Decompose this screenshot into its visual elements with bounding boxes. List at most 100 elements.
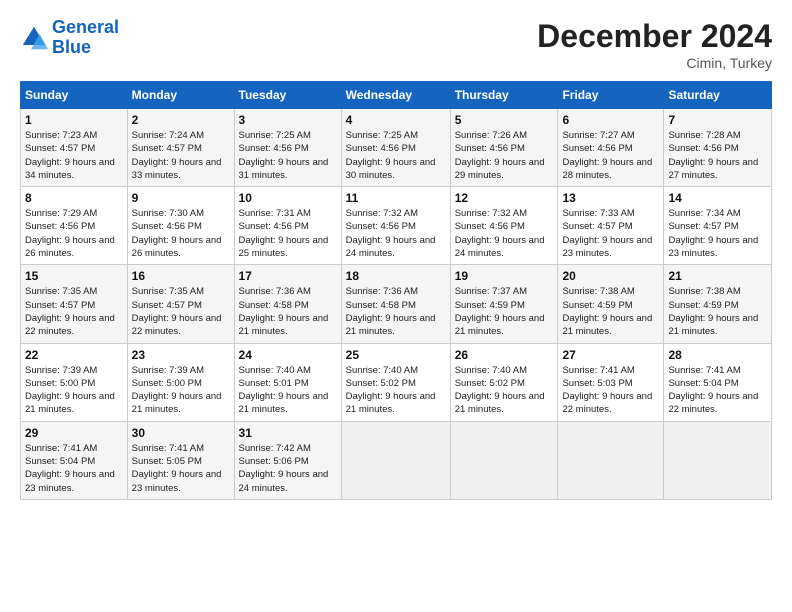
calendar-cell: 9 Sunrise: 7:30 AMSunset: 4:56 PMDaylight… bbox=[127, 187, 234, 265]
calendar-cell: 11Sunrise: 7:32 AMSunset: 4:56 PMDayligh… bbox=[341, 187, 450, 265]
day-number: 27 bbox=[562, 348, 659, 362]
page-container: General Blue December 2024 Cimin, Turkey… bbox=[0, 0, 792, 510]
logo: General Blue bbox=[20, 18, 119, 58]
calendar-cell: 15 Sunrise: 7:35 AMSunset: 4:57 PMDayligh… bbox=[21, 265, 128, 343]
day-info: Sunrise: 7:25 AMSunset: 4:56 PMDaylight:… bbox=[239, 129, 337, 182]
col-sunday: Sunday bbox=[21, 82, 128, 109]
day-info: Sunrise: 7:33 AMSunset: 4:57 PMDaylight:… bbox=[562, 207, 659, 260]
day-number: 8 bbox=[25, 191, 123, 205]
calendar-cell: 29Sunrise: 7:41 AMSunset: 5:04 PMDayligh… bbox=[21, 421, 128, 499]
day-number: 9 bbox=[132, 191, 230, 205]
calendar-cell bbox=[558, 421, 664, 499]
calendar-cell: 8 Sunrise: 7:29 AMSunset: 4:56 PMDaylight… bbox=[21, 187, 128, 265]
title-block: December 2024 Cimin, Turkey bbox=[537, 18, 772, 71]
calendar-cell: 13Sunrise: 7:33 AMSunset: 4:57 PMDayligh… bbox=[558, 187, 664, 265]
day-number: 19 bbox=[455, 269, 554, 283]
month-title: December 2024 bbox=[537, 18, 772, 55]
day-info: Sunrise: 7:24 AMSunset: 4:57 PMDaylight:… bbox=[132, 129, 230, 182]
day-info: Sunrise: 7:39 AMSunset: 5:00 PMDaylight:… bbox=[132, 364, 230, 417]
day-number: 6 bbox=[562, 113, 659, 127]
calendar-cell: 30Sunrise: 7:41 AMSunset: 5:05 PMDayligh… bbox=[127, 421, 234, 499]
week-row-2: 8 Sunrise: 7:29 AMSunset: 4:56 PMDaylight… bbox=[21, 187, 772, 265]
day-info: Sunrise: 7:42 AMSunset: 5:06 PMDaylight:… bbox=[239, 442, 337, 495]
calendar-cell bbox=[450, 421, 558, 499]
logo-icon bbox=[20, 24, 48, 52]
day-info: Sunrise: 7:30 AMSunset: 4:56 PMDaylight:… bbox=[132, 207, 230, 260]
calendar-cell: 23 Sunrise: 7:39 AMSunset: 5:00 PMDayligh… bbox=[127, 343, 234, 421]
day-number: 2 bbox=[132, 113, 230, 127]
calendar-cell: 18 Sunrise: 7:36 AMSunset: 4:58 PMDayligh… bbox=[341, 265, 450, 343]
day-info: Sunrise: 7:29 AMSunset: 4:56 PMDaylight:… bbox=[25, 207, 123, 260]
day-info: Sunrise: 7:41 AMSunset: 5:03 PMDaylight:… bbox=[562, 364, 659, 417]
calendar-cell: 10Sunrise: 7:31 AMSunset: 4:56 PMDayligh… bbox=[234, 187, 341, 265]
day-number: 26 bbox=[455, 348, 554, 362]
calendar-cell: 5 Sunrise: 7:26 AMSunset: 4:56 PMDaylight… bbox=[450, 109, 558, 187]
calendar-cell: 19 Sunrise: 7:37 AMSunset: 4:59 PMDayligh… bbox=[450, 265, 558, 343]
logo-blue: Blue bbox=[52, 37, 91, 57]
col-thursday: Thursday bbox=[450, 82, 558, 109]
day-number: 22 bbox=[25, 348, 123, 362]
calendar-cell: 20 Sunrise: 7:38 AMSunset: 4:59 PMDayligh… bbox=[558, 265, 664, 343]
day-info: Sunrise: 7:38 AMSunset: 4:59 PMDaylight:… bbox=[562, 285, 659, 338]
day-info: Sunrise: 7:25 AMSunset: 4:56 PMDaylight:… bbox=[346, 129, 446, 182]
calendar-cell: 12Sunrise: 7:32 AMSunset: 4:56 PMDayligh… bbox=[450, 187, 558, 265]
calendar-cell: 16 Sunrise: 7:35 AMSunset: 4:57 PMDayligh… bbox=[127, 265, 234, 343]
calendar-cell: 4 Sunrise: 7:25 AMSunset: 4:56 PMDaylight… bbox=[341, 109, 450, 187]
day-number: 10 bbox=[239, 191, 337, 205]
day-info: Sunrise: 7:35 AMSunset: 4:57 PMDaylight:… bbox=[25, 285, 123, 338]
day-number: 20 bbox=[562, 269, 659, 283]
calendar-cell: 2 Sunrise: 7:24 AMSunset: 4:57 PMDaylight… bbox=[127, 109, 234, 187]
day-info: Sunrise: 7:35 AMSunset: 4:57 PMDaylight:… bbox=[132, 285, 230, 338]
day-info: Sunrise: 7:26 AMSunset: 4:56 PMDaylight:… bbox=[455, 129, 554, 182]
day-number: 12 bbox=[455, 191, 554, 205]
day-info: Sunrise: 7:41 AMSunset: 5:04 PMDaylight:… bbox=[668, 364, 767, 417]
col-wednesday: Wednesday bbox=[341, 82, 450, 109]
day-number: 21 bbox=[668, 269, 767, 283]
header-row: Sunday Monday Tuesday Wednesday Thursday… bbox=[21, 82, 772, 109]
day-number: 18 bbox=[346, 269, 446, 283]
day-number: 5 bbox=[455, 113, 554, 127]
day-number: 14 bbox=[668, 191, 767, 205]
day-info: Sunrise: 7:40 AMSunset: 5:01 PMDaylight:… bbox=[239, 364, 337, 417]
calendar-cell bbox=[341, 421, 450, 499]
day-info: Sunrise: 7:23 AMSunset: 4:57 PMDaylight:… bbox=[25, 129, 123, 182]
day-info: Sunrise: 7:39 AMSunset: 5:00 PMDaylight:… bbox=[25, 364, 123, 417]
day-info: Sunrise: 7:37 AMSunset: 4:59 PMDaylight:… bbox=[455, 285, 554, 338]
col-friday: Friday bbox=[558, 82, 664, 109]
day-info: Sunrise: 7:36 AMSunset: 4:58 PMDaylight:… bbox=[346, 285, 446, 338]
calendar-cell: 25 Sunrise: 7:40 AMSunset: 5:02 PMDayligh… bbox=[341, 343, 450, 421]
calendar-cell: 21 Sunrise: 7:38 AMSunset: 4:59 PMDayligh… bbox=[664, 265, 772, 343]
col-monday: Monday bbox=[127, 82, 234, 109]
day-number: 17 bbox=[239, 269, 337, 283]
day-info: Sunrise: 7:34 AMSunset: 4:57 PMDaylight:… bbox=[668, 207, 767, 260]
calendar-cell: 22 Sunrise: 7:39 AMSunset: 5:00 PMDayligh… bbox=[21, 343, 128, 421]
day-info: Sunrise: 7:36 AMSunset: 4:58 PMDaylight:… bbox=[239, 285, 337, 338]
day-info: Sunrise: 7:38 AMSunset: 4:59 PMDaylight:… bbox=[668, 285, 767, 338]
week-row-5: 29Sunrise: 7:41 AMSunset: 5:04 PMDayligh… bbox=[21, 421, 772, 499]
calendar-cell: 31Sunrise: 7:42 AMSunset: 5:06 PMDayligh… bbox=[234, 421, 341, 499]
calendar-cell: 26 Sunrise: 7:40 AMSunset: 5:02 PMDayligh… bbox=[450, 343, 558, 421]
day-number: 25 bbox=[346, 348, 446, 362]
day-number: 7 bbox=[668, 113, 767, 127]
week-row-3: 15 Sunrise: 7:35 AMSunset: 4:57 PMDayligh… bbox=[21, 265, 772, 343]
calendar-cell: 7 Sunrise: 7:28 AMSunset: 4:56 PMDaylight… bbox=[664, 109, 772, 187]
day-number: 11 bbox=[346, 191, 446, 205]
day-info: Sunrise: 7:40 AMSunset: 5:02 PMDaylight:… bbox=[455, 364, 554, 417]
day-info: Sunrise: 7:27 AMSunset: 4:56 PMDaylight:… bbox=[562, 129, 659, 182]
day-info: Sunrise: 7:28 AMSunset: 4:56 PMDaylight:… bbox=[668, 129, 767, 182]
calendar-cell: 28Sunrise: 7:41 AMSunset: 5:04 PMDayligh… bbox=[664, 343, 772, 421]
calendar-table: Sunday Monday Tuesday Wednesday Thursday… bbox=[20, 81, 772, 500]
calendar-cell bbox=[664, 421, 772, 499]
day-number: 4 bbox=[346, 113, 446, 127]
logo-general: General bbox=[52, 17, 119, 37]
day-number: 23 bbox=[132, 348, 230, 362]
calendar-cell: 14 Sunrise: 7:34 AMSunset: 4:57 PMDayligh… bbox=[664, 187, 772, 265]
page-header: General Blue December 2024 Cimin, Turkey bbox=[20, 18, 772, 71]
calendar-cell: 24Sunrise: 7:40 AMSunset: 5:01 PMDayligh… bbox=[234, 343, 341, 421]
day-number: 16 bbox=[132, 269, 230, 283]
week-row-1: 1Sunrise: 7:23 AMSunset: 4:57 PMDaylight… bbox=[21, 109, 772, 187]
day-info: Sunrise: 7:40 AMSunset: 5:02 PMDaylight:… bbox=[346, 364, 446, 417]
day-number: 15 bbox=[25, 269, 123, 283]
calendar-cell: 17 Sunrise: 7:36 AMSunset: 4:58 PMDayligh… bbox=[234, 265, 341, 343]
day-number: 3 bbox=[239, 113, 337, 127]
